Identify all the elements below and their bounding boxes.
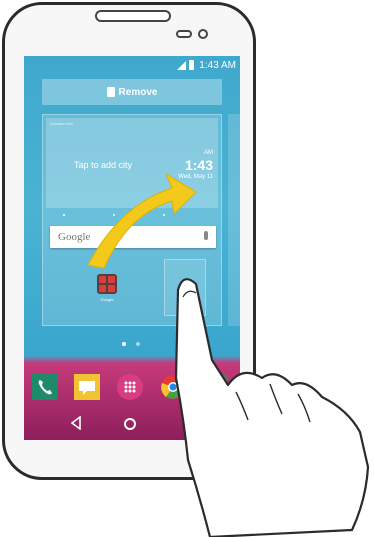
- gesture-overlay: [87, 172, 370, 537]
- swipe-arrow-icon: [87, 172, 197, 269]
- pointing-hand-icon: [174, 278, 370, 537]
